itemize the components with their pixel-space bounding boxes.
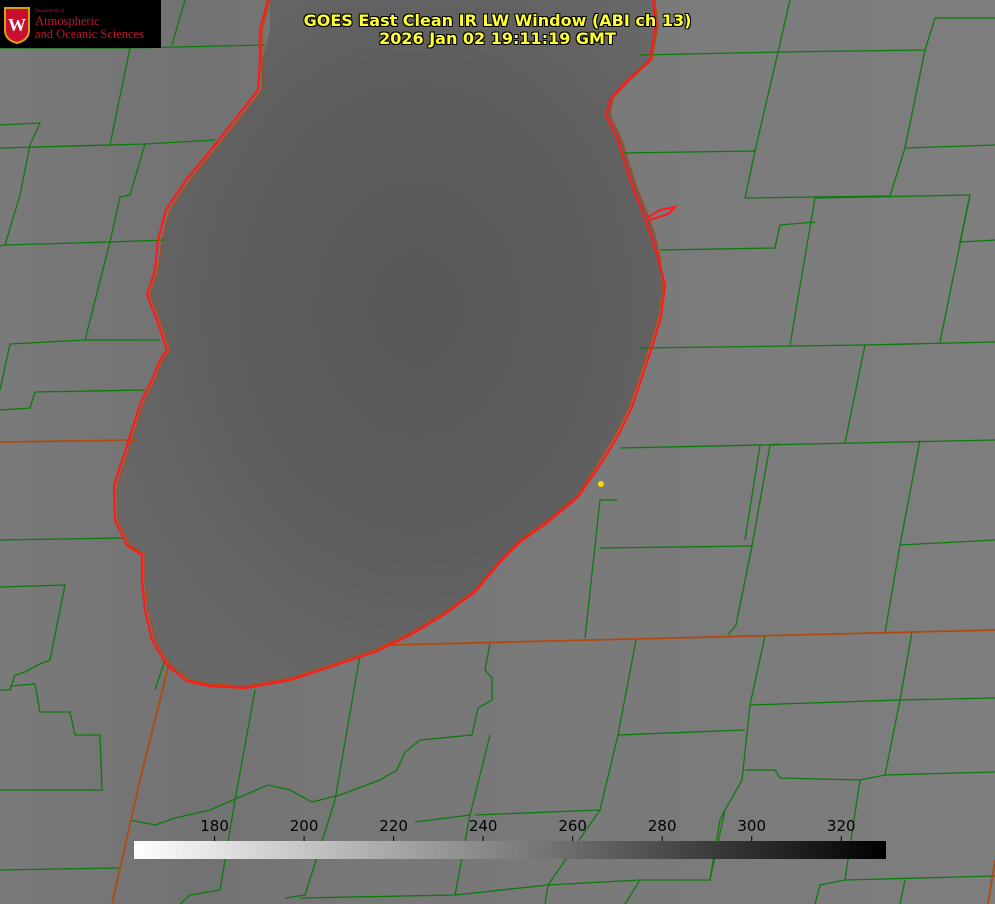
colorbar-tick-label: 300 bbox=[737, 817, 766, 835]
colorbar-tick-label: 180 bbox=[200, 817, 229, 835]
colorbar-tick-label: 280 bbox=[648, 817, 677, 835]
colorbar: 180 200 220 240 260 280 300 320 bbox=[134, 817, 886, 859]
colorbar-tick-label: 220 bbox=[379, 817, 408, 835]
colorbar-gradient bbox=[134, 841, 886, 859]
colorbar-ticks: 180 200 220 240 260 280 300 320 bbox=[200, 817, 856, 841]
colorbar-tick-label: 200 bbox=[290, 817, 319, 835]
colorbar-tick-label: 260 bbox=[558, 817, 587, 835]
colorbar-tick-label: 240 bbox=[469, 817, 498, 835]
satellite-map: W Department of Atmospheric and Oceanic … bbox=[0, 0, 995, 904]
colorbar-tick-label: 320 bbox=[827, 817, 856, 835]
